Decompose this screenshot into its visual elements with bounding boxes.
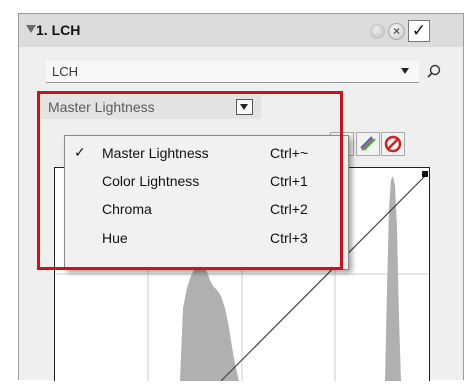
reset-circle-icon[interactable] xyxy=(370,24,385,39)
close-icon[interactable]: × xyxy=(388,23,405,40)
no-sign-icon-svg xyxy=(384,135,402,153)
color-pencil-icon-svg xyxy=(360,136,376,151)
curve-endpoint[interactable] xyxy=(422,171,428,177)
histogram-main xyxy=(180,264,239,381)
eyedropper-icon[interactable] xyxy=(424,62,442,80)
color-pencil-icon[interactable] xyxy=(356,132,380,156)
reset-no-sign-icon[interactable] xyxy=(381,132,405,156)
chevron-down-icon xyxy=(401,68,409,74)
panel-header[interactable]: 1. LCH × ✓ xyxy=(19,14,463,47)
mode-select-value: LCH xyxy=(52,64,79,79)
collapse-triangle-icon[interactable] xyxy=(26,25,36,33)
eyedropper-icon-svg xyxy=(427,64,441,78)
histogram-peak xyxy=(385,176,401,381)
enable-checkbox[interactable]: ✓ xyxy=(408,20,430,42)
mode-select[interactable]: LCH xyxy=(46,61,419,82)
highlight-frame xyxy=(37,91,343,270)
divider xyxy=(46,82,419,83)
panel-title: 1. LCH xyxy=(36,22,81,38)
